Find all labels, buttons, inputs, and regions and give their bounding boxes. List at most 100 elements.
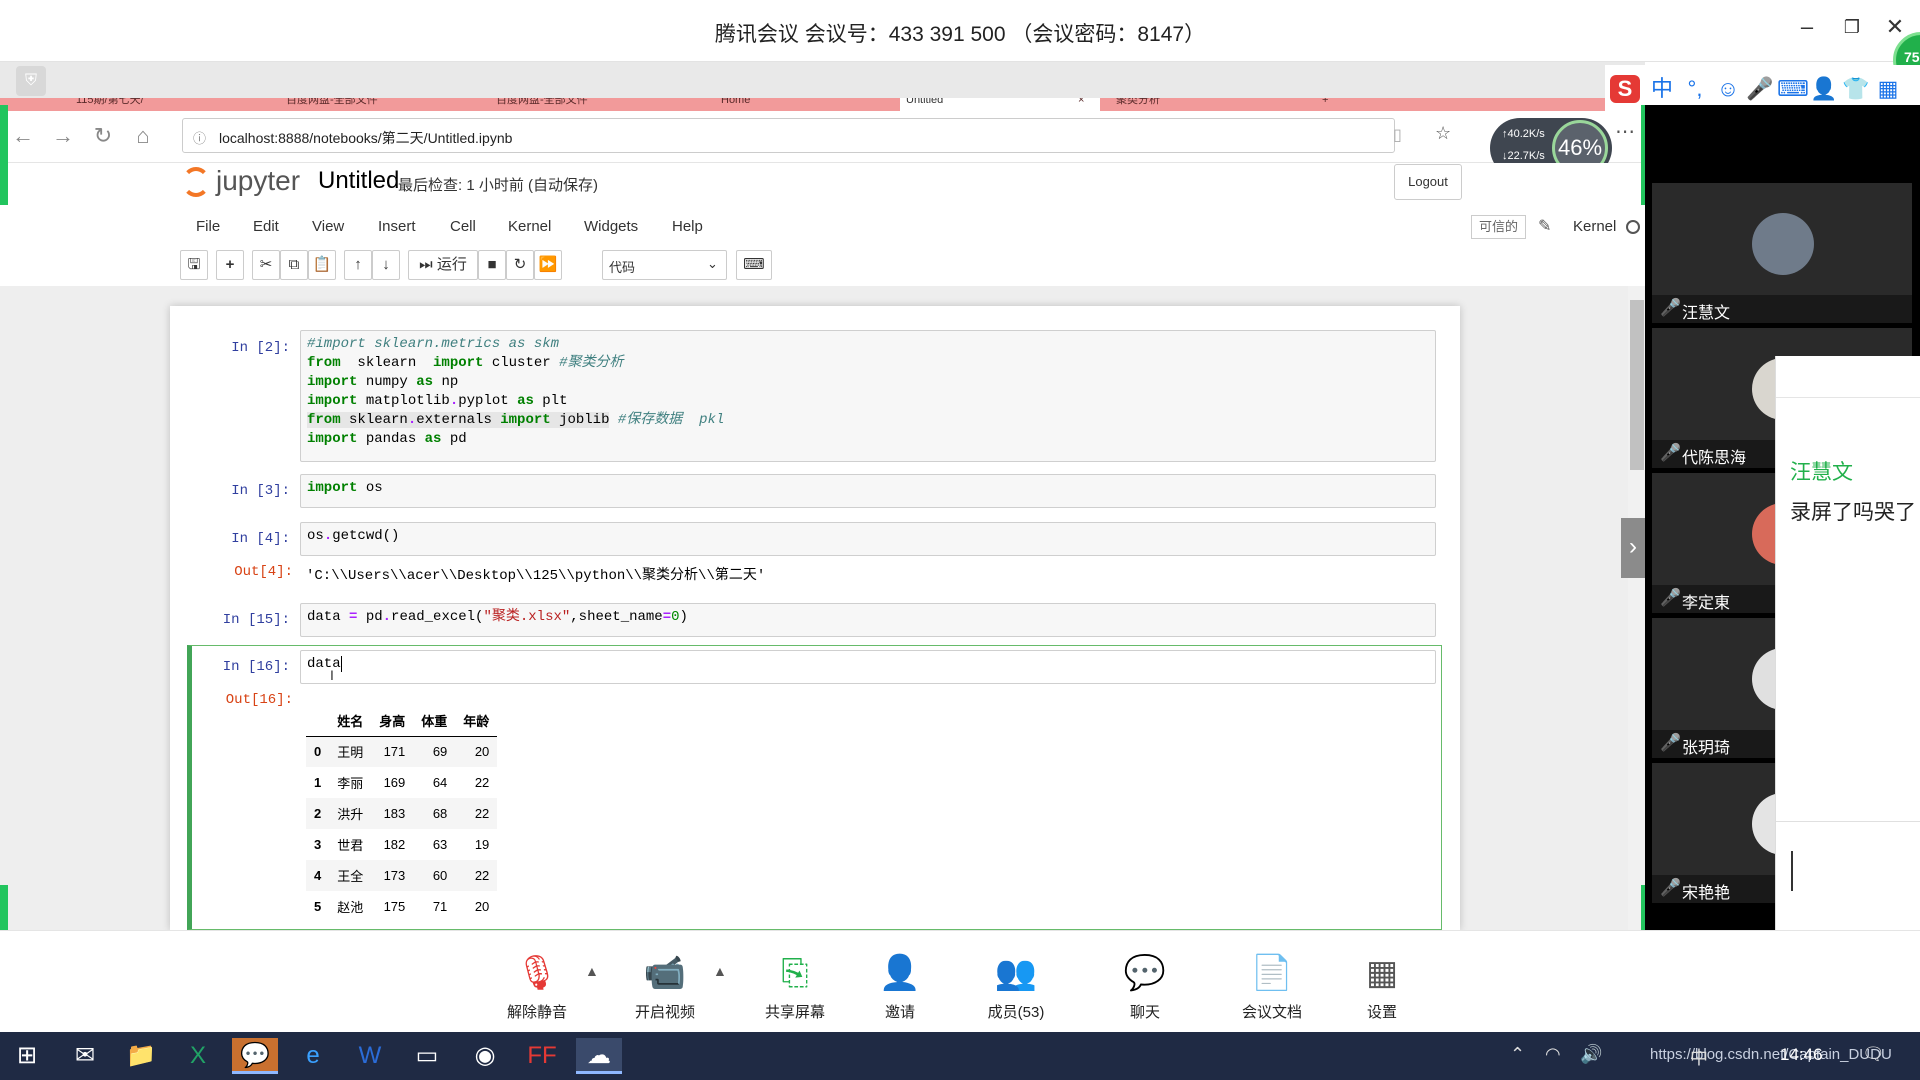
menu-widgets[interactable]: Widgets [584, 218, 638, 235]
user-icon[interactable]: 👤 [1809, 75, 1839, 103]
code-cell-input[interactable]: #import sklearn.metrics as skm from skle… [300, 330, 1436, 462]
code-cell-input[interactable]: import os [300, 474, 1436, 508]
browser-tab[interactable]: Home [715, 98, 890, 111]
punctuation-icon[interactable]: °, [1680, 75, 1710, 103]
keyboard-icon[interactable]: ⌨ [1777, 75, 1809, 103]
mail-icon[interactable]: ✉ [62, 1038, 108, 1074]
browser-tab[interactable]: 百度网盘-全部文件 [490, 98, 680, 111]
terminal-icon[interactable]: ▭ [404, 1038, 450, 1074]
voice-icon[interactable]: 🎤 [1745, 75, 1775, 103]
browser-tab-active[interactable]: Untitled [900, 98, 1100, 111]
clock[interactable]: 14:46 [1780, 1045, 1823, 1065]
excel-icon[interactable]: X [175, 1038, 221, 1074]
ime-indicator[interactable]: 中 [1690, 1044, 1708, 1070]
jupyter-logo-icon[interactable] [182, 167, 210, 197]
move-down-icon[interactable]: ↓ [372, 250, 400, 280]
reload-icon[interactable]: ↻ [88, 121, 118, 151]
table-cell: 183 [383, 806, 406, 821]
toolbox-icon[interactable]: ▦ [1873, 75, 1903, 103]
code-cell-input[interactable]: data [300, 650, 1436, 684]
windows-taskbar: ⊞ ✉ 📁 X 💬 e W ▭ ◉ FF ☁ ⌃ ◠ 🔊 https://blo… [0, 1032, 1920, 1080]
tray-expand-icon[interactable]: ⌃ [1510, 1044, 1525, 1065]
unmute-button[interactable]: 🎙 解除静音 [487, 951, 587, 1031]
meeting-docs-button[interactable]: 📄 会议文档 [1222, 951, 1322, 1031]
logout-button[interactable]: Logout [1394, 164, 1462, 200]
chat-button[interactable]: 💬 聊天 [1095, 951, 1195, 1031]
file-explorer-icon[interactable]: 📁 [118, 1038, 164, 1074]
ff-icon[interactable]: FF [519, 1038, 565, 1074]
trusted-indicator[interactable]: 可信的 [1471, 215, 1526, 239]
browser-tab[interactable]: 聚类分析 [1110, 98, 1310, 111]
wechat-icon[interactable]: 💬 [232, 1038, 278, 1074]
paste-icon[interactable]: 📋 [308, 250, 336, 280]
start-video-button[interactable]: 📹 开启视频 [615, 951, 715, 1031]
video-label: 开启视频 [634, 1004, 695, 1021]
windows-start-icon[interactable]: ⊞ [4, 1038, 50, 1074]
emoji-icon[interactable]: ☺ [1713, 75, 1743, 103]
members-button[interactable]: 👥 成员(53) [966, 951, 1066, 1031]
address-bar[interactable]: ⓘ localhost:8888/notebooks/第二天/Untitled.… [182, 118, 1451, 153]
minimize-icon[interactable]: – [1792, 14, 1822, 40]
forward-icon[interactable]: → [48, 121, 78, 151]
back-icon[interactable]: ← [8, 121, 38, 151]
home-icon[interactable]: ⌂ [128, 121, 158, 151]
text-cursor [340, 656, 342, 672]
more-icon[interactable]: ⋯ [1615, 119, 1635, 144]
insert-cell-icon[interactable]: + [216, 250, 244, 280]
participant-tile[interactable]: 🎤 汪慧文 [1652, 183, 1912, 323]
notebook-title[interactable]: Untitled [318, 167, 399, 195]
menu-kernel[interactable]: Kernel [508, 218, 551, 235]
restart-icon[interactable]: ↻ [506, 250, 534, 280]
caret-up-icon[interactable]: ▲ [585, 963, 599, 979]
menu-insert[interactable]: Insert [378, 218, 416, 235]
settings-button[interactable]: ▦ 设置 [1332, 951, 1432, 1031]
skin-icon[interactable]: 👕 [1841, 75, 1871, 103]
chinese-mode-icon[interactable]: 中 [1647, 75, 1677, 103]
restart-run-all-icon[interactable]: ⏩ [534, 250, 562, 280]
move-up-icon[interactable]: ↑ [344, 250, 372, 280]
sogou-logo-icon[interactable]: S [1610, 75, 1640, 103]
jupyter-logo-text[interactable]: jupyter [216, 165, 300, 197]
copy-icon[interactable]: ⧉ [280, 250, 308, 280]
pencil-icon[interactable]: ✎ [1538, 216, 1551, 236]
command-palette-icon[interactable]: ⌨ [736, 250, 772, 280]
restore-icon[interactable]: ❐ [1837, 17, 1867, 38]
row-index: 3 [314, 837, 322, 852]
row-index: 2 [314, 806, 322, 821]
kernel-name[interactable]: Kernel [1573, 218, 1616, 235]
menu-edit[interactable]: Edit [253, 218, 279, 235]
share-screen-button[interactable]: ⎘ 共享屏幕 [745, 951, 845, 1031]
tab-close-icon[interactable]: × [1078, 98, 1098, 111]
browser-tab[interactable]: 百度网盘-全部文件 [280, 98, 480, 111]
volume-icon[interactable]: 🔊 [1580, 1044, 1602, 1065]
reader-icon[interactable]: ▯ [1393, 125, 1402, 145]
caret-up-icon[interactable]: ▲ [713, 963, 727, 979]
menu-help[interactable]: Help [672, 218, 703, 235]
input-prompt: In [15]: [222, 612, 290, 628]
menu-cell[interactable]: Cell [450, 218, 476, 235]
new-tab-icon[interactable]: + [1316, 98, 1336, 111]
scrollbar-thumb[interactable] [1630, 300, 1644, 470]
cell-type-select[interactable]: 代码 ⌄ [602, 250, 727, 280]
chevron-right-icon[interactable]: › [1621, 518, 1645, 578]
invite-button[interactable]: 👤 邀请 [850, 951, 950, 1031]
code-cell-input[interactable]: data = pd.read_excel("聚类.xlsx",sheet_nam… [300, 603, 1436, 637]
tencent-meeting-icon[interactable]: ☁ [576, 1038, 622, 1074]
table-row: 1 李丽 169 64 22 [306, 767, 497, 798]
run-button[interactable]: ⏭ 运行 [408, 250, 478, 280]
browser-tab[interactable]: 115期/第七天/ [70, 98, 270, 111]
save-icon[interactable]: 🖫 [180, 250, 208, 280]
browser-top-strip [0, 62, 1645, 100]
interrupt-icon[interactable]: ■ [478, 250, 506, 280]
bookmark-star-icon[interactable]: ☆ [1435, 123, 1451, 144]
chat-input[interactable] [1791, 851, 1793, 891]
ie-icon[interactable]: e [290, 1038, 336, 1074]
code-cell-input[interactable]: os.getcwd() [300, 522, 1436, 556]
notification-icon[interactable]: 🗨 [1862, 1044, 1885, 1065]
menu-view[interactable]: View [312, 218, 344, 235]
chrome-icon[interactable]: ◉ [462, 1038, 508, 1074]
wifi-icon[interactable]: ◠ [1545, 1044, 1561, 1065]
cut-icon[interactable]: ✂ [252, 250, 280, 280]
word-icon[interactable]: W [347, 1038, 393, 1074]
menu-file[interactable]: File [196, 218, 220, 235]
